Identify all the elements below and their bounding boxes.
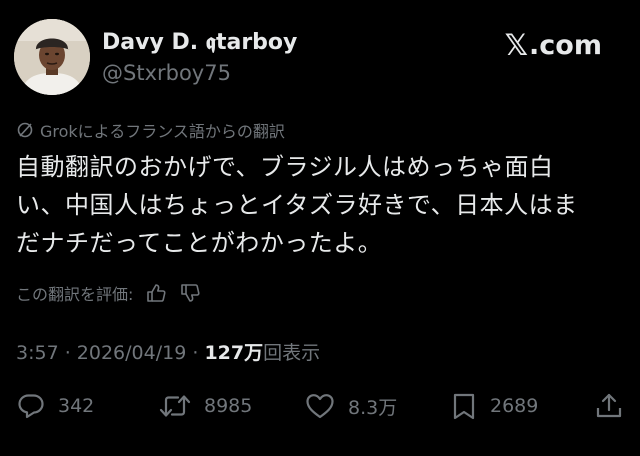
rate-translation: この翻訳を評価: (16, 281, 201, 305)
like-button[interactable]: 8.3万 (304, 386, 397, 426)
reply-icon (18, 394, 44, 419)
thumbs-down-button[interactable] (179, 282, 201, 304)
avatar-image (14, 19, 90, 95)
slashed-circle-icon (17, 122, 33, 138)
views-count: 127万 (204, 342, 264, 364)
tweet-line: 自動翻訳のおかげで、ブラジル人はめっちゃ面白 (16, 153, 554, 181)
x-logo-icon: 𝕏 (504, 28, 529, 62)
rate-translation-label: この翻訳を評価: (16, 285, 134, 304)
share-icon (596, 393, 622, 418)
author-display-name[interactable]: Davy D. 𝖖tarboy (102, 30, 297, 55)
tweet-time[interactable]: 3:57 (16, 342, 59, 364)
author-handle[interactable]: @Stxrboy75 (102, 61, 231, 85)
brand-label: .com (529, 29, 602, 61)
heart-icon (306, 394, 334, 419)
reply-count: 342 (58, 395, 95, 417)
avatar[interactable] (14, 19, 90, 95)
translation-notice[interactable]: Grokによるフランス語からの翻訳 (16, 118, 285, 142)
repost-icon (159, 395, 191, 417)
share-button[interactable] (594, 386, 636, 426)
thumbs-up-icon (147, 284, 166, 302)
reply-button[interactable]: 342 (16, 386, 94, 426)
bookmark-icon (453, 393, 475, 420)
x-com-logo: 𝕏 .com (505, 28, 602, 62)
tweet-line: い、中国人はちょっとイタズラ好きで、日本人はま (16, 191, 578, 219)
bookmark-button[interactable]: 2689 (450, 386, 538, 426)
thumbs-down-icon (181, 284, 200, 302)
meta-separator: · (58, 342, 77, 364)
bookmark-count: 2689 (490, 395, 539, 417)
tweet-date[interactable]: 2026/04/19 (77, 342, 187, 364)
views-label: 回表示 (263, 342, 321, 364)
tweet-line: だナチだってことがわかったよ。 (16, 229, 383, 257)
thumbs-up-button[interactable] (145, 282, 167, 304)
action-bar: 342 8985 8.3万 2689 (0, 386, 640, 426)
tweet-meta: 3:57 · 2026/04/19 · 127万回表示 (16, 338, 320, 365)
meta-separator: · (186, 342, 205, 364)
tweet-text: 自動翻訳のおかげで、ブラジル人はめっちゃ面白 い、中国人はちょっとイタズラ好きで… (16, 148, 616, 262)
like-count: 8.3万 (348, 396, 398, 419)
repost-count: 8985 (204, 395, 253, 417)
translation-label: Grokによるフランス語からの翻訳 (40, 122, 285, 141)
repost-button[interactable]: 8985 (158, 386, 252, 426)
